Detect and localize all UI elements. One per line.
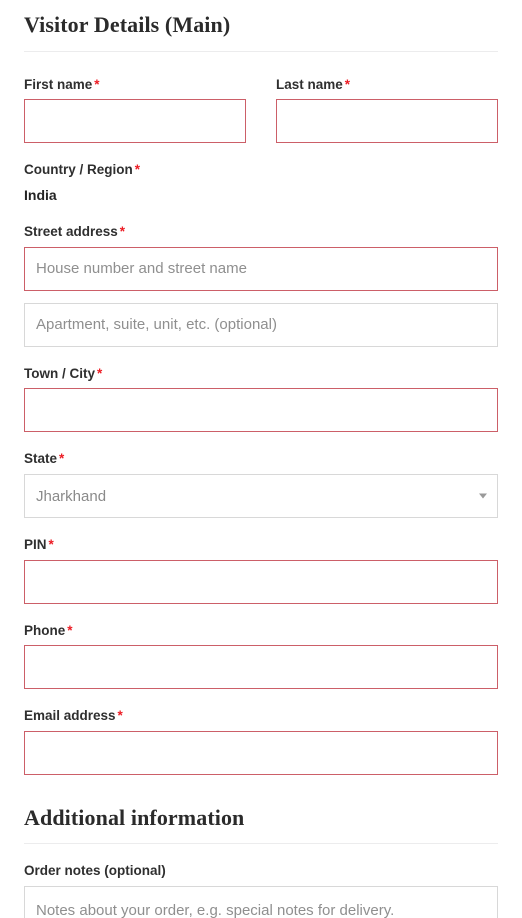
email-label: Email address * xyxy=(24,707,498,725)
last-name-column: Last name * xyxy=(276,76,498,144)
last-name-input[interactable] xyxy=(276,99,498,144)
pin-label-text: PIN xyxy=(24,537,47,553)
state-field: State * Jharkhand xyxy=(24,450,498,519)
order-notes-label-text: Order notes (optional) xyxy=(24,863,166,879)
pin-input[interactable] xyxy=(24,559,498,604)
additional-information-heading: Additional information xyxy=(24,804,245,830)
order-notes-field: Order notes (optional) xyxy=(24,862,498,918)
state-select[interactable]: Jharkhand xyxy=(24,474,498,519)
street-address-line2-wrapper xyxy=(24,302,498,347)
required-asterisk: * xyxy=(94,76,100,92)
first-name-label: First name * xyxy=(24,76,246,94)
required-asterisk: * xyxy=(48,537,54,553)
billing-section-heading: Visitor Details (Main) xyxy=(24,12,231,37)
order-notes-textarea[interactable] xyxy=(24,885,498,918)
town-city-label-text: Town / City xyxy=(24,365,95,381)
state-selected-value: Jharkhand xyxy=(36,488,107,504)
last-name-label-text: Last name xyxy=(276,76,343,92)
last-name-field: Last name * xyxy=(276,76,498,144)
pin-field: PIN * xyxy=(24,536,498,604)
required-asterisk: * xyxy=(344,76,351,92)
required-asterisk: * xyxy=(67,622,73,638)
order-notes-label: Order notes (optional) xyxy=(24,862,498,880)
first-name-label-text: First name xyxy=(24,76,93,92)
town-city-input[interactable] xyxy=(24,388,498,433)
country-region-label-text: Country / Region xyxy=(24,162,133,178)
country-region-value: India xyxy=(24,186,57,203)
first-name-field: First name * xyxy=(24,76,246,144)
state-label: State * xyxy=(24,450,498,468)
billing-heading-divider xyxy=(24,50,498,52)
country-region-label: Country / Region * xyxy=(24,161,498,179)
checkout-form-page: Visitor Details (Main) First name * Last … xyxy=(0,0,522,918)
country-region-field: Country / Region * India xyxy=(24,161,498,205)
first-name-input[interactable] xyxy=(24,99,246,144)
town-city-label: Town / City * xyxy=(24,365,498,383)
phone-field: Phone * xyxy=(24,622,498,690)
email-label-text: Email address xyxy=(24,708,116,724)
town-city-field: Town / City * xyxy=(24,365,498,433)
required-asterisk: * xyxy=(134,162,141,178)
required-asterisk: * xyxy=(117,708,123,724)
street-address-line1-input[interactable] xyxy=(24,246,498,291)
email-field: Email address * xyxy=(24,707,498,775)
required-asterisk: * xyxy=(119,224,126,240)
pin-label: PIN * xyxy=(24,536,498,554)
first-name-column: First name * xyxy=(24,76,246,144)
state-select-wrapper: Jharkhand xyxy=(24,474,498,519)
phone-label-text: Phone xyxy=(24,622,66,638)
phone-label: Phone * xyxy=(24,622,498,640)
required-asterisk: * xyxy=(97,365,103,381)
street-address-label-text: Street address xyxy=(24,224,118,240)
street-address-field: Street address * xyxy=(24,223,498,291)
phone-input[interactable] xyxy=(24,645,498,690)
additional-heading-divider xyxy=(24,843,498,845)
street-address-label: Street address * xyxy=(24,223,498,241)
email-input[interactable] xyxy=(24,730,498,775)
state-label-text: State xyxy=(24,451,58,467)
name-fields-row: First name * Last name * xyxy=(24,76,498,144)
last-name-label: Last name * xyxy=(276,76,498,94)
street-address-line2-input[interactable] xyxy=(24,302,498,347)
required-asterisk: * xyxy=(59,451,65,467)
